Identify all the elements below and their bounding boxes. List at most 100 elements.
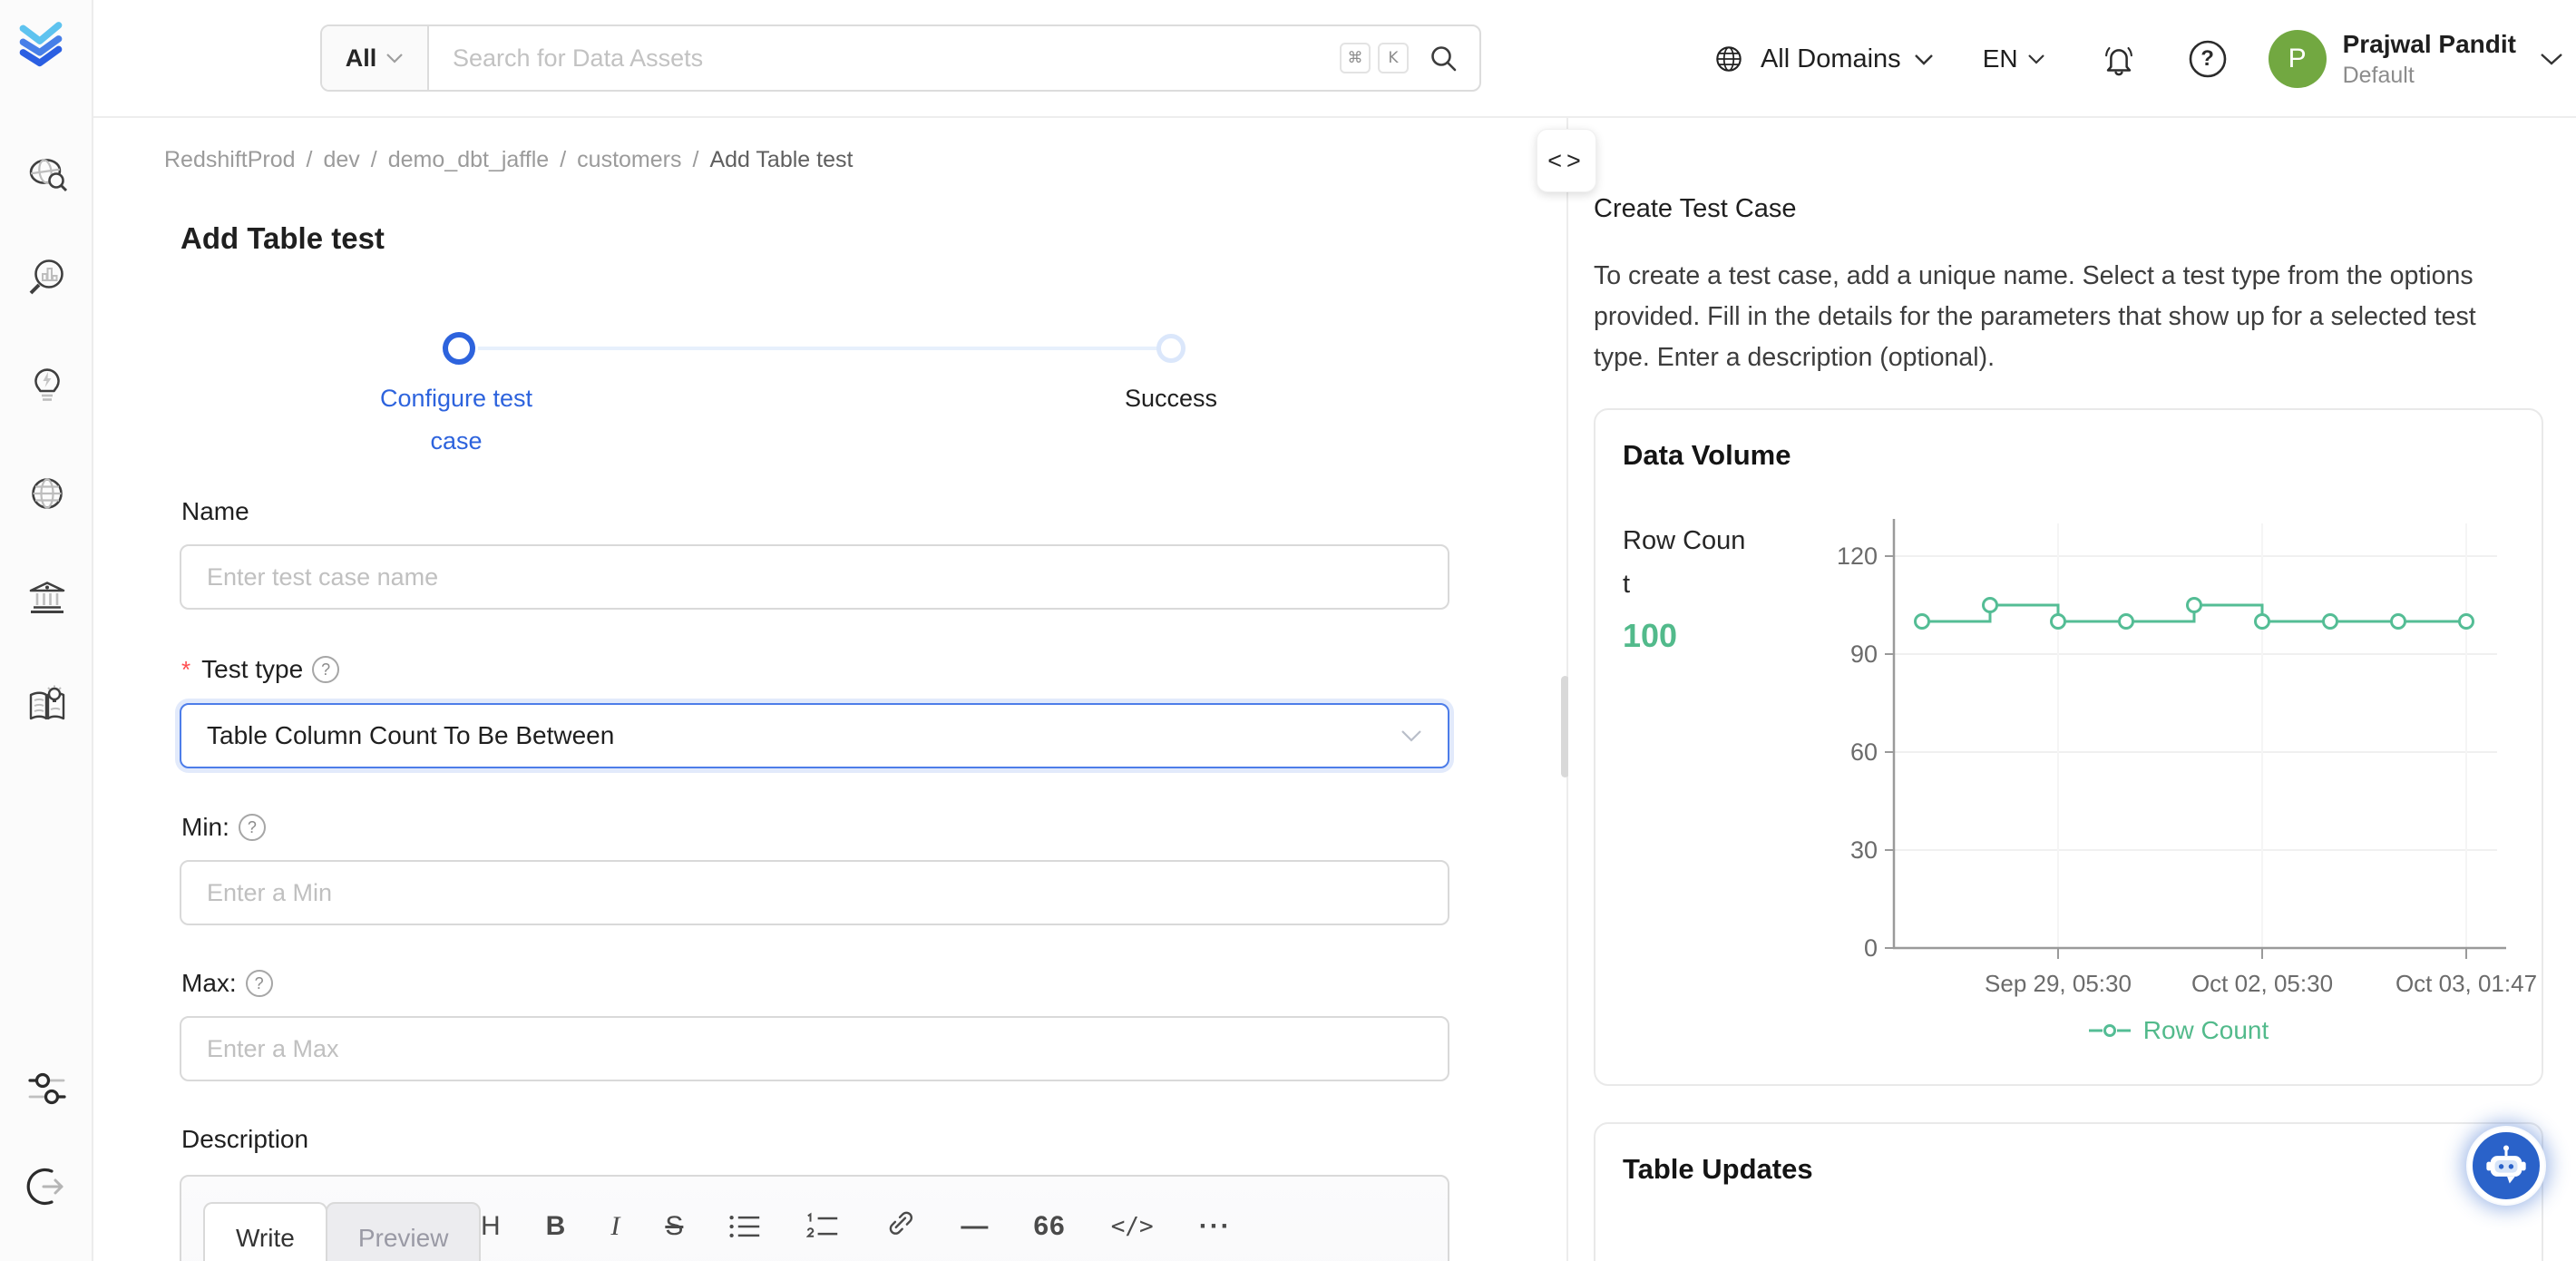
all-domains-label: All Domains xyxy=(1760,44,1901,73)
chevron-down-icon xyxy=(386,54,404,64)
row-count-metric-label: Row Count xyxy=(1623,526,1746,599)
search-input[interactable] xyxy=(429,44,1340,73)
all-domains-dropdown[interactable]: All Domains xyxy=(1710,40,1934,78)
max-label: Max: ? xyxy=(181,969,273,998)
max-input[interactable] xyxy=(180,1016,1449,1081)
chevron-down-icon xyxy=(1914,54,1933,65)
domains-globe-icon[interactable] xyxy=(25,472,69,515)
globe-icon xyxy=(1716,46,1742,72)
chevron-down-icon xyxy=(2027,54,2044,64)
governance-bank-icon[interactable] xyxy=(25,575,69,619)
bullet-list-icon[interactable] xyxy=(728,1212,761,1241)
topbar: All ⌘ K All Domains xyxy=(93,0,2576,118)
svg-text:Sep 29, 05:30: Sep 29, 05:30 xyxy=(1985,970,2132,997)
test-case-name-input[interactable] xyxy=(180,544,1449,610)
breadcrumb-separator: / xyxy=(692,147,699,172)
user-workspace: Default xyxy=(2342,62,2415,88)
table-updates-title: Table Updates xyxy=(1623,1153,1813,1185)
required-asterisk: * xyxy=(181,655,191,683)
breadcrumb-item[interactable]: RedshiftProd xyxy=(164,147,296,173)
main-content: RedshiftProd / dev / demo_dbt_jaffle / c… xyxy=(93,118,1566,1261)
knowledge-book-icon[interactable] xyxy=(25,682,69,726)
code-brackets-glyph: <> xyxy=(1547,146,1586,174)
breadcrumb-separator: / xyxy=(560,147,567,172)
svg-text:Oct 03, 01:47: Oct 03, 01:47 xyxy=(2395,970,2537,997)
table-updates-card: Table Updates xyxy=(1594,1122,2543,1261)
svg-text:30: 30 xyxy=(1850,836,1878,864)
chevron-down-icon xyxy=(1401,730,1421,742)
insights-magnifier-chart-icon[interactable] xyxy=(25,255,69,298)
data-volume-title: Data Volume xyxy=(1623,439,1791,471)
editor-tab-preview[interactable]: Preview xyxy=(325,1202,482,1261)
breadcrumb-separator: / xyxy=(306,147,313,172)
max-help-icon[interactable]: ? xyxy=(245,970,273,997)
app-window: All ⌘ K All Domains xyxy=(0,0,2576,1261)
ideas-lightbulb-bolt-icon[interactable] xyxy=(25,362,69,406)
legend-label: Row Count xyxy=(2142,1016,2269,1044)
min-help-icon[interactable]: ? xyxy=(238,814,266,841)
name-label: Name xyxy=(181,497,249,525)
language-dropdown[interactable]: EN xyxy=(1983,44,2045,73)
right-panel: Create Test Case To create a test case, … xyxy=(1568,118,2576,1261)
avatar: P xyxy=(2268,30,2327,88)
test-type-select[interactable]: Table Column Count To Be Between xyxy=(180,703,1449,768)
row-count-metric-value: 100 xyxy=(1623,617,1678,654)
right-panel-title: Create Test Case xyxy=(1594,194,1797,223)
search-scope-dropdown[interactable]: All xyxy=(322,26,429,90)
test-type-help-icon[interactable]: ? xyxy=(312,656,340,683)
row-count-chart-container: 0 30 60 90 120 Sep 29, 05:30 Oct 02, 05:30 Oct … xyxy=(1816,514,2542,1004)
notifications-bell-icon[interactable] xyxy=(2098,38,2140,80)
horizontal-rule-icon[interactable]: — xyxy=(961,1211,988,1242)
topbar-right-cluster: All Domains EN ? P Prajwal Pandit Defaul… xyxy=(1710,0,2563,118)
min-input[interactable] xyxy=(180,860,1449,925)
chevron-down-icon xyxy=(2541,53,2562,65)
stepper-step-2-label: Success xyxy=(1124,385,1218,412)
k-key-badge: K xyxy=(1378,43,1409,73)
svg-text:0: 0 xyxy=(1864,934,1878,962)
description-label: Description xyxy=(181,1125,309,1153)
code-icon[interactable]: </> xyxy=(1111,1213,1154,1240)
breadcrumb-item[interactable]: dev xyxy=(323,147,359,173)
global-search: All ⌘ K xyxy=(320,24,1481,92)
description-editor: Write Preview H B I S — 66 </> ··· xyxy=(180,1175,1449,1261)
more-options-icon[interactable]: ··· xyxy=(1199,1211,1232,1242)
svg-text:Oct 02, 05:30: Oct 02, 05:30 xyxy=(2191,970,2333,997)
breadcrumb-item-current: Add Table test xyxy=(709,147,854,172)
robot-icon xyxy=(2486,1145,2526,1184)
link-icon[interactable] xyxy=(884,1211,915,1242)
heading-icon[interactable]: H xyxy=(481,1211,501,1242)
breadcrumb-separator: / xyxy=(370,147,377,172)
help-icon[interactable]: ? xyxy=(2187,38,2229,80)
app-logo-icon[interactable] xyxy=(15,13,67,67)
search-icon[interactable] xyxy=(1427,42,1459,74)
explore-globe-search-icon[interactable] xyxy=(25,153,69,197)
data-volume-card: Data Volume Row Count 100 0 30 60 90 120 Sep … xyxy=(1594,408,2543,1086)
test-type-label: * Test type ? xyxy=(181,655,340,684)
italic-icon[interactable]: I xyxy=(610,1211,620,1242)
bold-icon[interactable]: B xyxy=(546,1211,566,1242)
logout-icon[interactable] xyxy=(25,1165,69,1208)
right-panel-description: To create a test case, add a unique name… xyxy=(1594,261,2476,372)
breadcrumb: RedshiftProd / dev / demo_dbt_jaffle / c… xyxy=(164,147,853,173)
settings-sliders-icon[interactable] xyxy=(25,1067,69,1110)
editor-tab-write[interactable]: Write xyxy=(203,1202,327,1261)
chatbot-button[interactable] xyxy=(2468,1128,2544,1204)
min-label: Min: ? xyxy=(181,813,266,842)
page-title: Add Table test xyxy=(181,221,385,255)
stepper-step-1-label: Configure test case xyxy=(379,385,533,455)
user-name: Prajwal Pandit xyxy=(2342,29,2516,58)
numbered-list-icon[interactable] xyxy=(806,1212,839,1241)
chart-legend[interactable]: Row Count xyxy=(1816,1016,2542,1045)
stepper-connector xyxy=(478,347,1160,350)
user-menu[interactable]: P Prajwal Pandit Default xyxy=(2268,29,2563,89)
breadcrumb-item[interactable]: customers xyxy=(577,147,681,173)
search-scope-label: All xyxy=(345,44,377,72)
test-type-selected-value: Table Column Count To Be Between xyxy=(207,721,615,749)
strikethrough-icon[interactable]: S xyxy=(665,1211,683,1242)
collapse-panel-button[interactable]: <> xyxy=(1537,129,1596,192)
svg-text:120: 120 xyxy=(1837,543,1878,570)
breadcrumb-item[interactable]: demo_dbt_jaffle xyxy=(388,147,549,173)
quote-icon[interactable]: 66 xyxy=(1033,1211,1065,1242)
legend-line-marker-icon xyxy=(2088,1024,2131,1037)
language-label: EN xyxy=(1982,44,2018,73)
